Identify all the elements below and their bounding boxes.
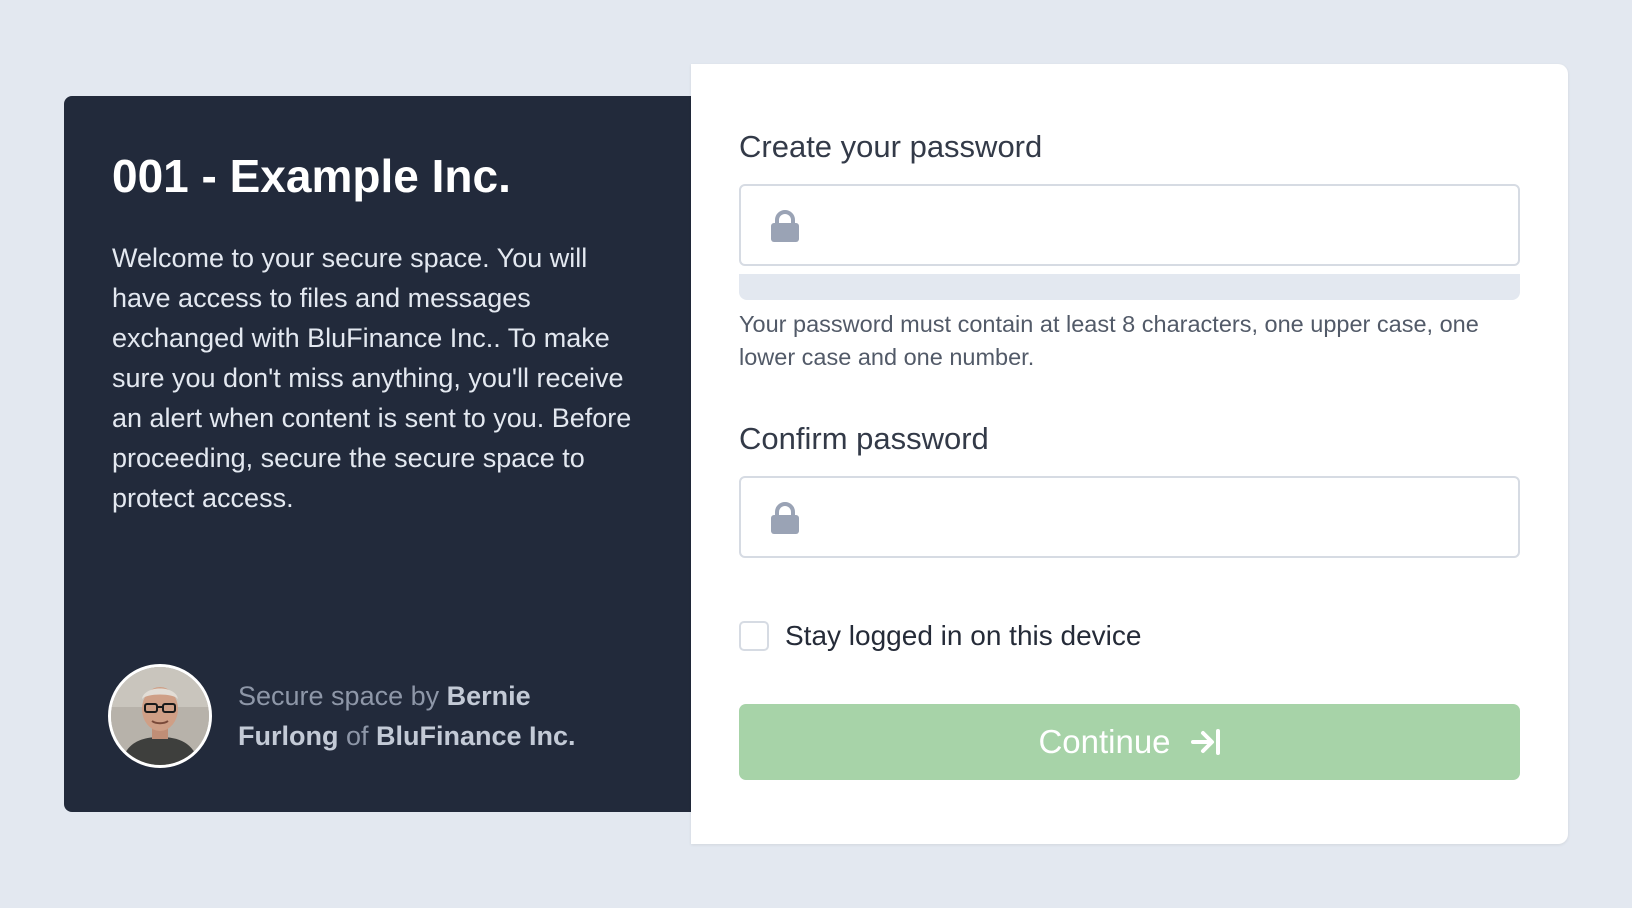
confirm-password-label: Confirm password: [739, 421, 989, 456]
lock-icon: [770, 502, 800, 539]
secure-space-info-panel: 001 - Example Inc. Welcome to your secur…: [64, 96, 691, 812]
arrow-right-to-bar-icon: [1190, 729, 1221, 755]
continue-label: Continue: [1038, 723, 1171, 760]
space-owner: Secure space by Bernie Furlong of BluFin…: [108, 664, 618, 768]
lock-icon: [770, 210, 800, 247]
password-form-panel: Create your password Your password must …: [691, 64, 1568, 844]
owner-caption: Secure space by Bernie Furlong of BluFin…: [238, 676, 618, 756]
stay-logged-in-option[interactable]: Stay logged in on this device: [739, 619, 1141, 653]
password-requirements-hint: Your password must contain at least 8 ch…: [739, 311, 1479, 370]
space-title: 001 - Example Inc.: [112, 150, 511, 202]
avatar: [108, 664, 212, 768]
create-password-input[interactable]: [821, 194, 1505, 256]
create-password-label: Create your password: [739, 129, 1043, 164]
owner-company: BluFinance Inc.: [376, 721, 576, 751]
password-strength-bar: [739, 274, 1520, 300]
create-password-field[interactable]: [739, 184, 1520, 266]
owner-connector: of: [338, 721, 377, 751]
continue-button[interactable]: Continue: [739, 704, 1520, 780]
confirm-password-field[interactable]: [739, 476, 1520, 558]
stay-logged-in-checkbox[interactable]: [739, 621, 769, 651]
stay-logged-in-label[interactable]: Stay logged in on this device: [785, 619, 1141, 653]
confirm-password-input[interactable]: [821, 486, 1505, 548]
owner-prefix: Secure space by: [238, 681, 447, 711]
welcome-message: Welcome to your secure space. You will h…: [112, 243, 632, 513]
